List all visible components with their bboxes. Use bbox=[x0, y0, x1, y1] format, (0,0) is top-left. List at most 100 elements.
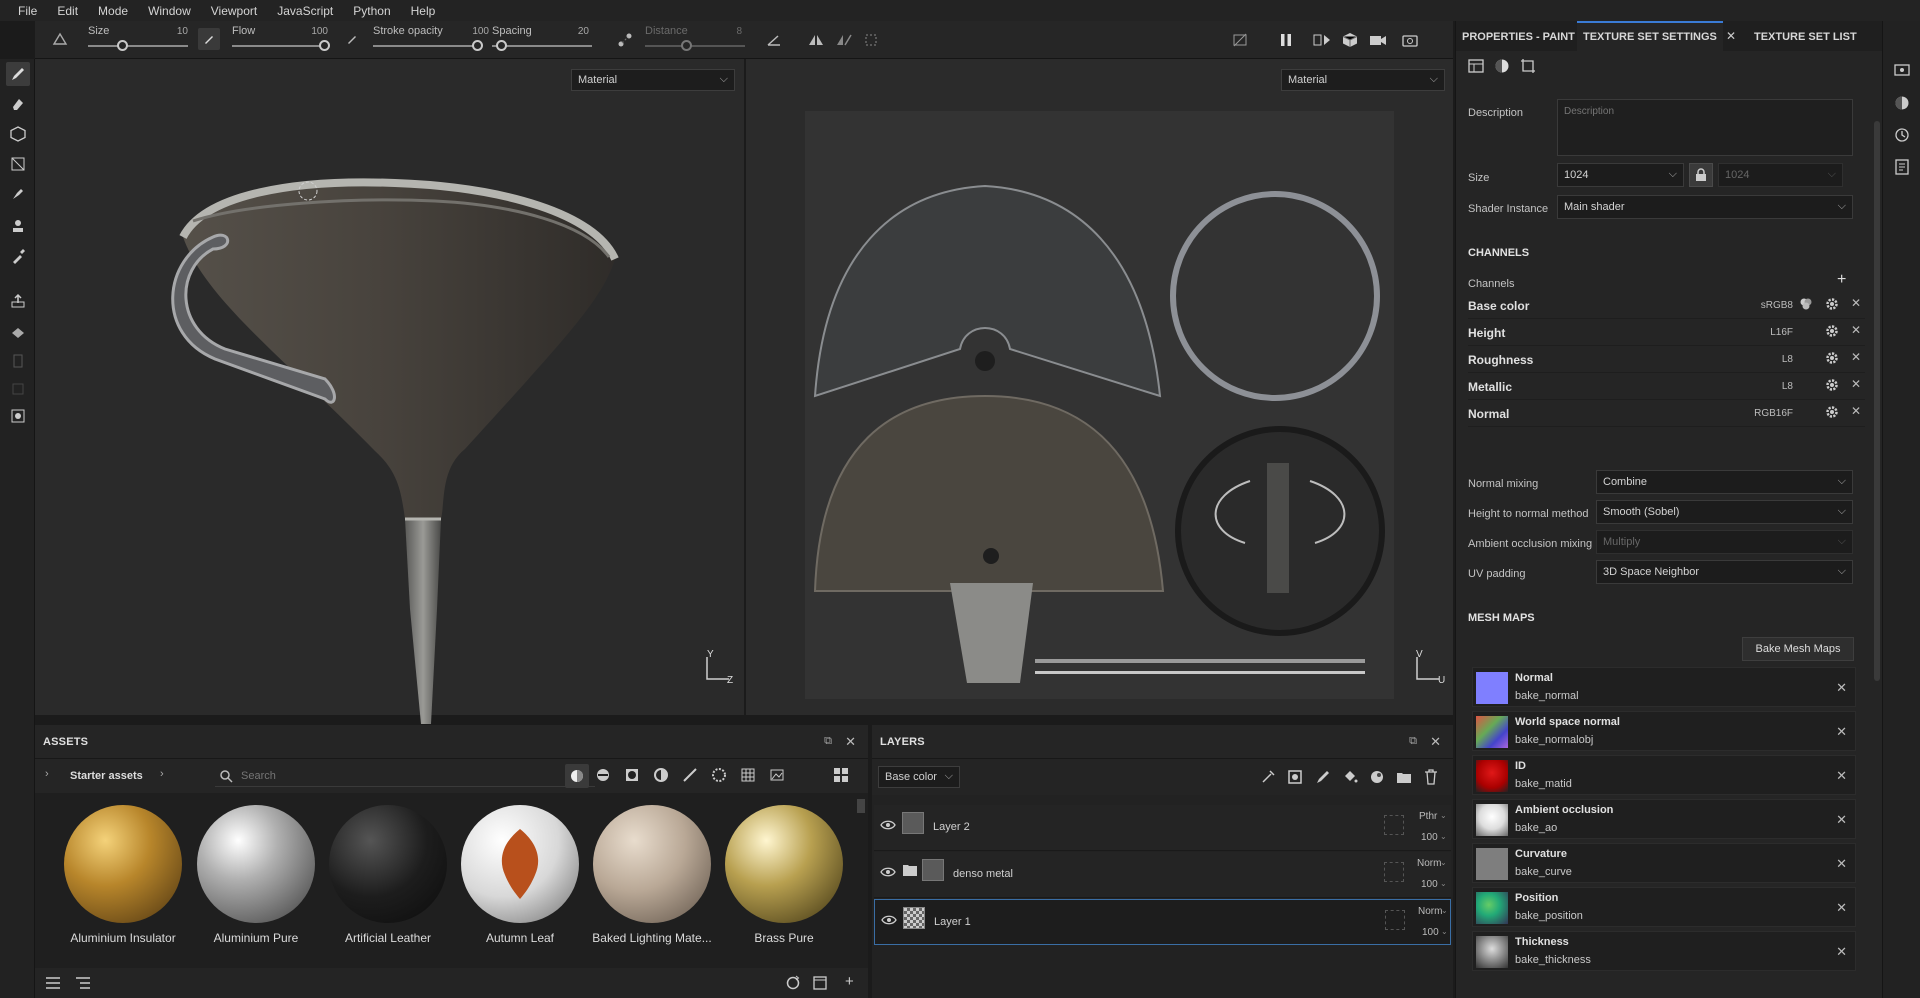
menu-help[interactable]: Help bbox=[401, 4, 446, 18]
refresh-icon[interactable] bbox=[785, 975, 801, 991]
iray-render-icon[interactable] bbox=[6, 404, 30, 428]
close-icon[interactable]: ✕ bbox=[1836, 900, 1847, 916]
flow-value[interactable]: 100 bbox=[298, 26, 328, 37]
stroke-opacity-slider-handle[interactable] bbox=[472, 40, 483, 51]
layer-row-selected[interactable]: Layer 1 Norm ⌄ 100 ⌄ bbox=[874, 899, 1451, 945]
history-icon[interactable] bbox=[1894, 127, 1910, 143]
tab-texture-set-list[interactable]: TEXTURE SET LIST bbox=[1748, 21, 1863, 51]
filter-materials-icon[interactable] bbox=[565, 764, 589, 788]
layer-blend-mode[interactable]: Norm bbox=[1418, 906, 1442, 917]
filter-smart-materials-icon[interactable] bbox=[595, 767, 611, 783]
assets-scrollbar[interactable] bbox=[857, 799, 865, 813]
layer-mask-slot[interactable] bbox=[1384, 815, 1404, 835]
polygon-fill-icon[interactable] bbox=[6, 152, 30, 176]
maximize-icon[interactable]: ⧉ bbox=[1409, 735, 1417, 748]
description-field[interactable] bbox=[1557, 99, 1853, 156]
visibility-eye-icon[interactable] bbox=[880, 866, 896, 878]
channel-format[interactable]: sRGB8 bbox=[1761, 300, 1793, 311]
shader-instance-select[interactable]: Main shader ⌵ bbox=[1557, 195, 1853, 219]
mesh-map-row[interactable]: World space normal bake_normalobj ✕ bbox=[1472, 711, 1856, 751]
close-icon[interactable]: ✕ bbox=[845, 734, 856, 750]
uv-crop-icon[interactable] bbox=[1520, 58, 1536, 74]
assets-breadcrumb[interactable]: Starter assets bbox=[70, 770, 143, 782]
channel-row[interactable]: Normal RGB16F ✕ bbox=[1468, 400, 1865, 427]
remove-channel-icon[interactable]: ✕ bbox=[1851, 377, 1861, 391]
chevron-right-icon[interactable]: › bbox=[45, 768, 49, 780]
stroke-opacity-slider[interactable] bbox=[373, 45, 480, 47]
asset-tile[interactable]: Brass Pure bbox=[716, 805, 852, 965]
layer-name[interactable]: denso metal bbox=[953, 868, 1013, 880]
hide-selection-icon[interactable] bbox=[1229, 29, 1251, 51]
filter-brushes-icon[interactable] bbox=[682, 767, 698, 783]
tab-texture-set-settings[interactable]: TEXTURE SET SETTINGS bbox=[1577, 21, 1723, 51]
viewport-uv-mode-select[interactable]: Material ⌵ bbox=[1281, 69, 1445, 91]
flow-slider[interactable] bbox=[232, 45, 325, 47]
assets-search-field[interactable] bbox=[215, 765, 595, 787]
channel-format[interactable]: L8 bbox=[1782, 381, 1793, 392]
layer-name[interactable]: Layer 1 bbox=[934, 916, 971, 928]
menu-window[interactable]: Window bbox=[138, 4, 201, 18]
stroke-opacity-value[interactable]: 100 bbox=[459, 26, 489, 37]
shader-settings-icon[interactable] bbox=[1894, 95, 1910, 111]
add-effect-icon[interactable] bbox=[1260, 769, 1276, 785]
gear-icon[interactable] bbox=[1825, 351, 1839, 365]
mesh-map-row[interactable]: Curvature bake_curve ✕ bbox=[1472, 843, 1856, 883]
eraser-icon[interactable] bbox=[6, 92, 30, 116]
size-value[interactable]: 10 bbox=[158, 26, 188, 37]
layer-mask-slot[interactable] bbox=[1385, 910, 1405, 930]
split-view-icon[interactable] bbox=[1311, 29, 1333, 51]
spacing-slider[interactable] bbox=[492, 45, 592, 47]
channel-row[interactable]: Roughness L8 ✕ bbox=[1468, 346, 1865, 373]
menu-python[interactable]: Python bbox=[343, 4, 400, 18]
transform-icon[interactable] bbox=[860, 29, 882, 51]
filter-particles-icon[interactable] bbox=[711, 767, 727, 783]
angle-icon[interactable] bbox=[763, 29, 785, 51]
layer-name[interactable]: Layer 2 bbox=[933, 821, 970, 833]
assets-search-input[interactable] bbox=[241, 767, 581, 785]
remove-channel-icon[interactable]: ✕ bbox=[1851, 350, 1861, 364]
gear-icon[interactable] bbox=[1825, 405, 1839, 419]
mesh-map-row[interactable]: Ambient occlusion bake_ao ✕ bbox=[1472, 799, 1856, 839]
grid-view-icon[interactable] bbox=[833, 767, 849, 783]
size-select[interactable]: 1024 ⌵ bbox=[1557, 163, 1684, 187]
settings-icon[interactable] bbox=[1468, 58, 1484, 74]
window-icon[interactable] bbox=[812, 975, 828, 991]
add-fill-layer-icon[interactable] bbox=[1342, 769, 1358, 785]
close-icon[interactable]: ✕ bbox=[1836, 812, 1847, 828]
uv-padding-select[interactable]: 3D Space Neighbor ⌵ bbox=[1596, 560, 1853, 584]
tab-properties-paint[interactable]: PROPERTIES - PAINT bbox=[1456, 21, 1581, 51]
detail-view-icon[interactable] bbox=[75, 976, 91, 990]
remove-channel-icon[interactable]: ✕ bbox=[1851, 296, 1861, 310]
uv-texture-canvas[interactable] bbox=[805, 111, 1394, 699]
lock-icon[interactable] bbox=[1689, 163, 1713, 187]
size-slider-handle[interactable] bbox=[117, 40, 128, 51]
menu-mode[interactable]: Mode bbox=[88, 4, 138, 18]
layer-blend-mode[interactable]: Pthr bbox=[1419, 811, 1437, 822]
channel-format[interactable]: L8 bbox=[1782, 354, 1793, 365]
bake-icon[interactable] bbox=[6, 321, 30, 345]
color-profile-icon[interactable] bbox=[1799, 297, 1813, 311]
menu-file[interactable]: File bbox=[8, 4, 47, 18]
layer-row[interactable]: denso metal Norm ⌄ 100 ⌄ bbox=[874, 852, 1451, 898]
remove-channel-icon[interactable]: ✕ bbox=[1851, 323, 1861, 337]
close-icon[interactable]: ✕ bbox=[1836, 724, 1847, 740]
projection-icon[interactable] bbox=[6, 122, 30, 146]
screenshot-camera-icon[interactable] bbox=[1399, 29, 1421, 51]
channel-row[interactable]: Base color sRGB8 ✕ bbox=[1468, 292, 1865, 319]
flow-pen-icon[interactable] bbox=[198, 28, 220, 50]
add-channel-icon[interactable]: + bbox=[1837, 271, 1846, 289]
layer-blend-mode[interactable]: Norm bbox=[1417, 858, 1441, 869]
spacing-value[interactable]: 20 bbox=[559, 26, 589, 37]
close-icon[interactable]: ✕ bbox=[1836, 856, 1847, 872]
brush-preset-icon[interactable] bbox=[49, 28, 71, 50]
color-picker-icon[interactable] bbox=[6, 244, 30, 268]
add-icon[interactable]: + bbox=[845, 973, 854, 990]
mirror-icon[interactable] bbox=[833, 29, 855, 51]
size-slider[interactable] bbox=[88, 45, 188, 47]
bake-mesh-maps-button[interactable]: Bake Mesh Maps bbox=[1742, 637, 1854, 661]
gear-icon[interactable] bbox=[1825, 378, 1839, 392]
delete-layer-icon[interactable] bbox=[1424, 769, 1438, 785]
material-icon[interactable] bbox=[1494, 58, 1510, 74]
filter-textures-icon[interactable] bbox=[740, 767, 756, 783]
add-folder-icon[interactable] bbox=[1396, 769, 1412, 785]
